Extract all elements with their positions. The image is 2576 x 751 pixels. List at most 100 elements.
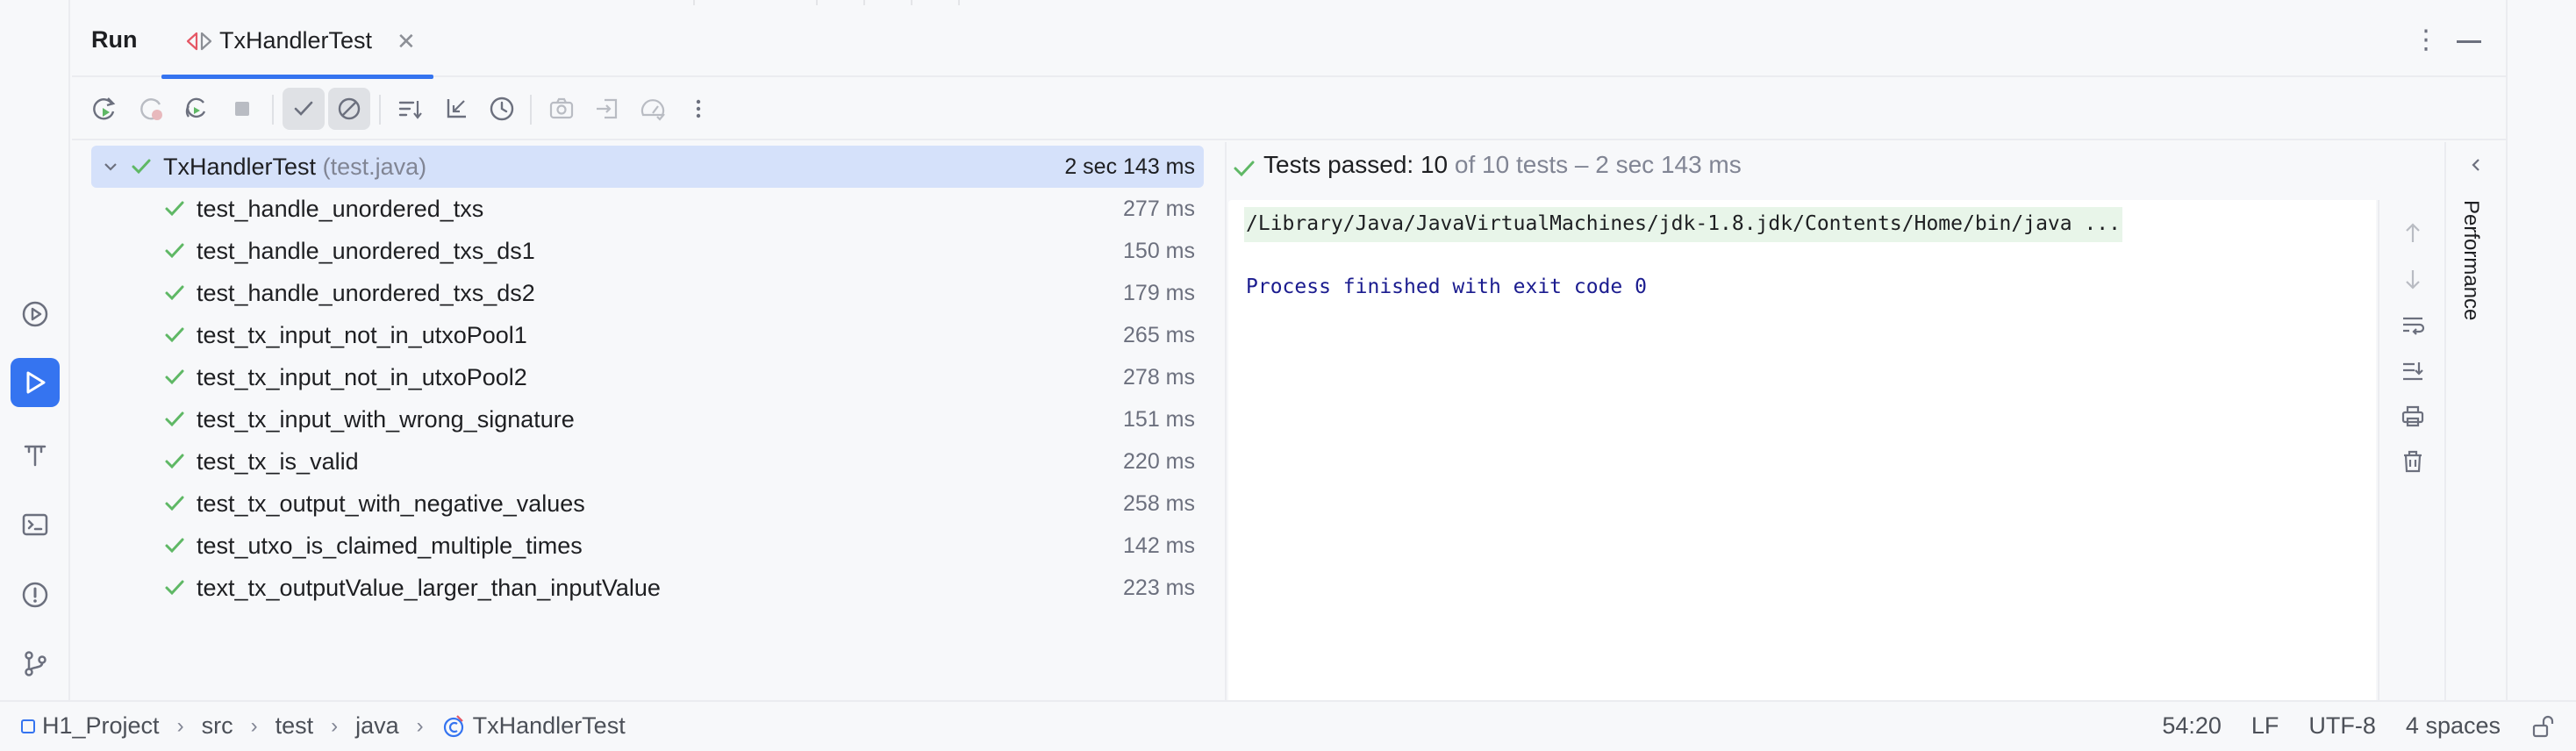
right-tool-window-bar [2506, 0, 2576, 700]
chevron-right-icon: › [176, 713, 184, 738]
root-duration: 2 sec 143 ms [1064, 154, 1195, 179]
stop-button[interactable] [221, 88, 263, 130]
rerun-button[interactable] [82, 88, 125, 130]
toolbar-separator [272, 95, 274, 125]
check-icon [165, 538, 184, 554]
import-button[interactable] [586, 88, 628, 130]
chevron-down-icon[interactable] [100, 156, 121, 177]
splitter[interactable] [1225, 142, 1227, 700]
test-name: test_tx_input_with_wrong_signature [197, 406, 575, 433]
check-icon [165, 411, 184, 427]
git-button[interactable] [11, 639, 60, 688]
coverage-button[interactable] [632, 88, 674, 130]
tab-txhandlertest[interactable]: TxHandlerTest ✕ [161, 7, 433, 79]
build-button[interactable] [11, 430, 60, 479]
test-row[interactable]: test_utxo_is_claimed_multiple_times 142 m… [91, 525, 1204, 567]
check-icon [165, 369, 184, 385]
run-tool-button[interactable] [11, 358, 60, 407]
minimize-icon[interactable] [2457, 40, 2481, 43]
test-row[interactable]: test_handle_unordered_txs_ds1 150 ms [91, 230, 1204, 272]
toggle-auto-test-button[interactable] [175, 88, 218, 130]
test-duration: 277 ms [1123, 197, 1195, 221]
strip-divider [911, 0, 912, 5]
coverage-icon [640, 99, 665, 121]
line-ending[interactable]: LF [2251, 712, 2279, 740]
breadcrumb-class[interactable]: TxHandlerTest [441, 712, 626, 740]
sort-alphabetically-icon [398, 101, 422, 119]
close-icon[interactable]: ✕ [397, 28, 416, 55]
sort-by-duration-button[interactable] [435, 88, 477, 130]
test-history-button[interactable] [481, 88, 523, 130]
file-encoding[interactable]: UTF-8 [2308, 712, 2376, 740]
strip-divider [816, 0, 818, 5]
tree-root-node[interactable]: TxHandlerTest (test.java) 2 sec 143 ms [91, 146, 1204, 188]
test-summary: Tests passed: 10 of 10 tests – 2 sec 143… [1228, 142, 2444, 198]
breadcrumb-project[interactable]: H1_Project [21, 712, 160, 740]
test-runner-toolbar [72, 79, 2506, 140]
test-row[interactable]: text_tx_outputValue_larger_than_inputVal… [91, 567, 1204, 609]
scroll-up-button[interactable] [2397, 218, 2429, 249]
test-row[interactable]: test_tx_input_not_in_utxoPool1 265 ms [91, 314, 1204, 356]
show-passed-icon [294, 101, 313, 116]
trash-icon [2404, 450, 2422, 473]
terminal-button[interactable] [11, 500, 60, 549]
soft-wrap-icon [2403, 317, 2425, 335]
print-button[interactable] [2397, 400, 2429, 432]
left-tool-window-bar [0, 0, 70, 700]
run-icon [26, 371, 46, 394]
run-tool-window-header: Run TxHandlerTest ✕ ⋮ [72, 7, 2506, 79]
more-options-icon[interactable]: ⋮ [2413, 25, 2439, 55]
module-icon [21, 719, 35, 733]
sort-alphabetically-button[interactable] [390, 88, 432, 130]
scroll-to-end-button[interactable] [2397, 354, 2429, 386]
import-icon [597, 98, 618, 119]
chevron-left-icon[interactable] [2465, 154, 2487, 175]
indent-settings[interactable]: 4 spaces [2406, 712, 2501, 740]
breadcrumb-src[interactable]: src [202, 712, 233, 740]
check-icon [165, 580, 184, 596]
unlock-icon[interactable] [2530, 714, 2555, 739]
show-passed-toggle[interactable] [283, 88, 325, 130]
toolbar-more-button[interactable] [677, 88, 719, 130]
test-name: text_tx_outputValue_larger_than_inputVal… [197, 575, 661, 601]
test-row[interactable]: test_handle_unordered_txs_ds2 179 ms [91, 272, 1204, 314]
test-row[interactable]: test_handle_unordered_txs 277 ms [91, 188, 1204, 230]
problems-button[interactable] [11, 570, 60, 619]
export-button[interactable] [540, 88, 583, 130]
console-side-toolbar [2378, 200, 2444, 700]
test-duration: 258 ms [1123, 491, 1195, 516]
console-command-line[interactable]: /Library/Java/JavaVirtualMachines/jdk-1.… [1244, 207, 2122, 242]
arrow-up-icon [2406, 223, 2420, 242]
test-name: test_tx_input_not_in_utxoPool1 [197, 322, 527, 348]
console-output[interactable]: /Library/Java/JavaVirtualMachines/jdk-1.… [1228, 200, 2376, 700]
check-icon [132, 159, 151, 175]
soft-wrap-button[interactable] [2397, 309, 2429, 340]
breadcrumb-test[interactable]: test [275, 712, 314, 740]
test-history-icon [490, 97, 514, 121]
scroll-down-button[interactable] [2397, 263, 2429, 295]
more-icon [696, 99, 701, 118]
test-name: test_handle_unordered_txs_ds2 [197, 280, 535, 306]
services-icon [22, 301, 48, 327]
test-row[interactable]: test_tx_input_with_wrong_signature 151 ms [91, 398, 1204, 440]
services-button[interactable] [11, 290, 60, 339]
test-class-icon [443, 714, 463, 737]
check-icon [165, 285, 184, 301]
show-ignored-toggle[interactable] [328, 88, 370, 130]
caret-position[interactable]: 54:20 [2162, 712, 2222, 740]
check-icon [165, 201, 184, 217]
test-row[interactable]: test_tx_input_not_in_utxoPool2 278 ms [91, 356, 1204, 398]
strip-divider [958, 0, 960, 5]
test-duration: 142 ms [1123, 533, 1195, 558]
check-icon [165, 327, 184, 343]
performance-tab[interactable]: Performance [2458, 200, 2483, 320]
breadcrumb-java[interactable]: java [355, 712, 399, 740]
console-exit-message: Process finished with exit code 0 [1246, 275, 1647, 298]
strip-divider [863, 0, 865, 5]
test-row[interactable]: test_tx_output_with_negative_values 258 m… [91, 483, 1204, 525]
clear-all-button[interactable] [2397, 446, 2429, 477]
rerun-failed-button[interactable] [130, 88, 172, 130]
sort-by-duration-icon [447, 99, 466, 118]
test-duration: 223 ms [1123, 576, 1195, 600]
test-row[interactable]: test_tx_is_valid 220 ms [91, 440, 1204, 483]
